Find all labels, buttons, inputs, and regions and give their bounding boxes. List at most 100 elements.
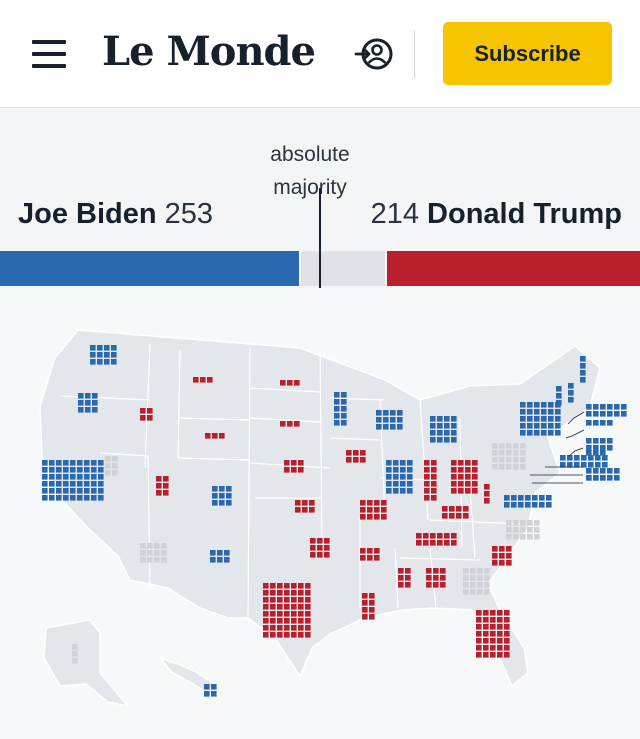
state-grid-ak[interactable]: [72, 644, 78, 664]
state-grid-ri[interactable]: [586, 420, 613, 426]
electoral-seat: [98, 467, 104, 473]
electoral-seat: [284, 618, 290, 624]
electoral-seat: [305, 618, 311, 624]
electoral-seat: [291, 597, 297, 603]
electoral-seat: [490, 624, 496, 630]
electoral-seat: [430, 533, 436, 539]
electoral-seat: [280, 380, 286, 386]
electoral-seat: [588, 462, 594, 468]
electoral-seat: [97, 345, 103, 351]
electoral-seat: [263, 583, 269, 589]
electoral-seat: [458, 474, 464, 480]
electoral-seat: [193, 377, 199, 383]
electoral-seat: [291, 467, 297, 473]
state-grid-ct[interactable]: [586, 438, 613, 451]
le-monde-logo[interactable]: Le Monde: [102, 28, 316, 75]
electoral-seat: [317, 552, 323, 558]
electoral-seat: [476, 638, 482, 644]
electoral-seat: [451, 488, 457, 494]
electoral-seat: [477, 582, 483, 588]
electoral-seat: [92, 393, 98, 399]
electoral-seat: [56, 460, 62, 466]
electoral-seat: [360, 450, 366, 456]
electoral-seat: [397, 424, 403, 430]
candidate-votes: 214: [370, 198, 419, 230]
electoral-seat: [621, 411, 627, 417]
electoral-seat: [451, 481, 457, 487]
electoral-seat: [520, 450, 526, 456]
electoral-seat: [97, 359, 103, 365]
electoral-seat: [341, 406, 347, 412]
electoral-seat: [541, 416, 547, 422]
electoral-seat: [163, 483, 169, 489]
electoral-seat: [532, 502, 538, 508]
electoral-seat: [511, 502, 517, 508]
account-icon[interactable]: [354, 34, 396, 74]
electoral-seat: [431, 495, 437, 501]
electoral-seat: [506, 464, 512, 470]
electoral-seat: [84, 474, 90, 480]
state-grid-wy[interactable]: [280, 380, 300, 386]
subscribe-button[interactable]: Subscribe: [443, 22, 612, 85]
state-grid-nd[interactable]: [280, 421, 300, 427]
state-grid-nh[interactable]: [568, 383, 574, 403]
electoral-seat: [476, 617, 482, 623]
hamburger-menu-icon[interactable]: [32, 40, 66, 68]
electoral-seat: [614, 475, 620, 481]
electoral-seat: [477, 575, 483, 581]
state-grid-ok[interactable]: [310, 538, 330, 558]
state-grid-dc[interactable]: [586, 475, 606, 481]
electoral-seat: [154, 557, 160, 563]
state-grid-fl[interactable]: [476, 610, 510, 658]
electoral-seat: [527, 430, 533, 436]
electoral-seat: [63, 488, 69, 494]
electoral-seat: [270, 583, 276, 589]
electoral-seat: [527, 423, 533, 429]
state-grid-wv[interactable]: [484, 484, 490, 504]
electoral-seat: [444, 533, 450, 539]
electoral-seat: [386, 460, 392, 466]
electoral-seat: [97, 352, 103, 358]
electoral-seat: [513, 450, 519, 456]
state-grid-ma[interactable]: [586, 404, 627, 417]
state-grid-or[interactable]: [78, 393, 98, 413]
electoral-seat: [600, 475, 606, 481]
electoral-seat: [374, 514, 380, 520]
electoral-seat: [499, 546, 505, 552]
electoral-seat: [527, 416, 533, 422]
electoral-seat: [85, 400, 91, 406]
state-grid-nj[interactable]: [560, 455, 608, 468]
state-grid-vt[interactable]: [556, 386, 562, 406]
state-grid-nc[interactable]: [506, 520, 540, 540]
electoral-seat: [546, 502, 552, 508]
electoral-seat: [430, 437, 436, 443]
electoral-seat: [431, 474, 437, 480]
electoral-seat: [49, 495, 55, 501]
electoral-seat: [280, 421, 286, 427]
electoral-seat: [556, 386, 562, 392]
electoral-seat: [147, 557, 153, 563]
electoral-seat: [284, 583, 290, 589]
state-grid-mt[interactable]: [193, 377, 213, 383]
electoral-seat: [376, 410, 382, 416]
electoral-seat: [423, 540, 429, 546]
state-grid-co[interactable]: [212, 486, 232, 506]
electoral-seat: [463, 513, 469, 519]
state-grid-al[interactable]: [426, 568, 446, 588]
electoral-seat: [593, 475, 599, 481]
electoral-seat: [555, 430, 561, 436]
electoral-seat: [499, 553, 505, 559]
electoral-seat: [91, 488, 97, 494]
electoral-seat: [398, 575, 404, 581]
electoral-seat: [284, 604, 290, 610]
electoral-seat: [270, 604, 276, 610]
state-grid-sc[interactable]: [492, 546, 512, 566]
electoral-seat: [367, 514, 373, 520]
electoral-seat: [465, 474, 471, 480]
state-grid-sd[interactable]: [205, 433, 225, 439]
electoral-seat: [270, 632, 276, 638]
electoral-seat: [520, 534, 526, 540]
electoral-seat: [277, 583, 283, 589]
state-grid-de[interactable]: [586, 450, 606, 456]
electoral-seat: [586, 404, 592, 410]
